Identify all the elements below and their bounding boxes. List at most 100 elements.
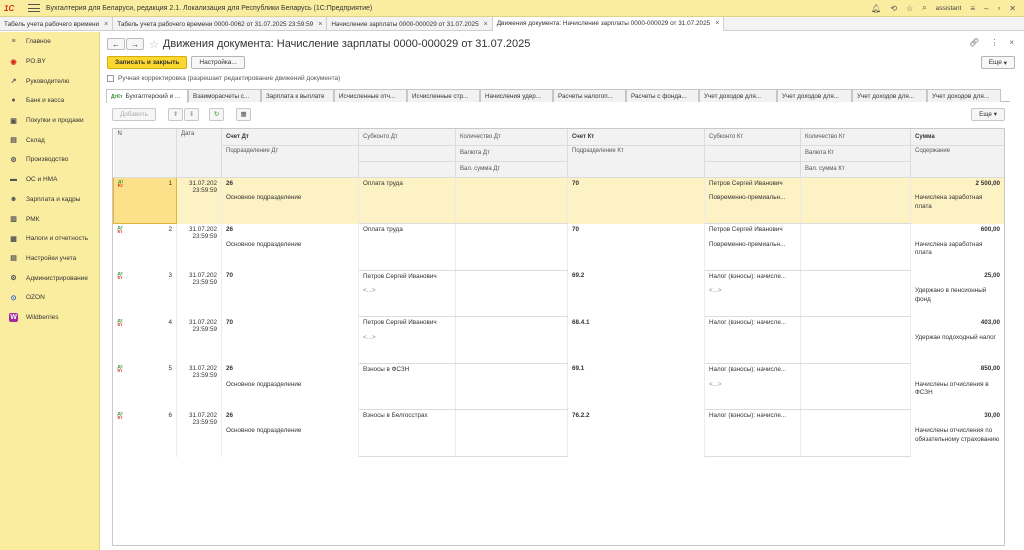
cur-kt-cell[interactable] [800, 192, 911, 208]
row-number-cell[interactable]: Дт Кт 2 [113, 223, 177, 271]
date-cell[interactable]: 31.07.202 23:59:59 [176, 223, 222, 271]
dept-kt-cell[interactable] [567, 192, 705, 224]
sum-cell[interactable]: 403,00 [910, 316, 1004, 333]
sub-kt-cell[interactable]: Петров Сергей Иванович [704, 177, 801, 193]
col-header-sub-dt[interactable]: Субконто Дт [358, 129, 456, 146]
save-and-close-button[interactable]: Записать и закрыть [107, 56, 188, 69]
row-number-cell[interactable]: Дт Кт 4 [113, 316, 177, 364]
maximize-icon[interactable]: ▫ [997, 4, 1000, 13]
acc-dt-cell[interactable]: 26 [221, 177, 359, 193]
cur-kt-cell[interactable] [800, 425, 911, 441]
tab-register[interactable]: Исчисленные стр... [407, 89, 480, 102]
dept-kt-cell[interactable] [567, 332, 705, 364]
sidebar-item-wildberries[interactable]: W Wildberries [0, 308, 99, 328]
user-name[interactable]: assistant [936, 5, 962, 12]
content-cell[interactable]: Начислены отчисления по обязательному ст… [910, 425, 1004, 457]
sub-dt3-cell[interactable] [358, 393, 456, 411]
cur-sum-dt-cell[interactable] [455, 347, 568, 364]
sub-kt-cell[interactable]: Налог (взносы): начисле... [704, 316, 801, 333]
move-down-icon[interactable]: ⬇ [184, 108, 199, 121]
qty-dt-cell[interactable] [455, 363, 568, 379]
sub-dt-cell[interactable]: Петров Сергей Иванович [358, 316, 456, 333]
qty-kt-cell[interactable] [800, 223, 911, 239]
cur-sum-dt-cell[interactable] [455, 393, 568, 411]
acc-kt-cell[interactable]: 69.1 [567, 363, 705, 379]
dept-kt-cell[interactable] [567, 285, 705, 317]
col-header-content[interactable]: Содержание [910, 145, 1004, 178]
sum-cell[interactable]: 600,00 [910, 223, 1004, 239]
col-header-cur-kt[interactable]: Валюта Кт [800, 145, 911, 162]
cur-sum-kt-cell[interactable] [800, 393, 911, 411]
manual-edit-checkbox[interactable]: Ручная корректировка (разрешает редактир… [107, 75, 340, 82]
sub-dt-cell[interactable]: Оплата труда [358, 223, 456, 239]
sub-dt2-cell[interactable] [358, 238, 456, 255]
content-cell[interactable]: Начислены отчисления в ФСЗН [910, 378, 1004, 410]
sum-cell[interactable]: 30,00 [910, 409, 1004, 426]
table-row[interactable]: Дт Кт 5 31.07.202 23:59:59 26 Взносы в ФСЗН… [113, 363, 1004, 410]
acc-kt-cell[interactable]: 76.2.2 [567, 409, 705, 426]
table-row[interactable]: Дт Кт 3 31.07.202 23:59:59 70 Петров Сергей… [113, 270, 1004, 317]
sub-dt3-cell[interactable] [358, 440, 456, 458]
sub-dt-cell[interactable]: Взносы в ФСЗН [358, 363, 456, 379]
open-tab-active[interactable]: Движения документа: Начисление зарплаты … [492, 17, 725, 31]
sub-kt3-cell[interactable] [704, 207, 801, 225]
more-button[interactable]: Еще ▾ [980, 56, 1015, 69]
close-icon[interactable]: × [318, 21, 322, 28]
export-icon[interactable]: ▦ [236, 108, 251, 121]
sub-dt3-cell[interactable] [358, 347, 456, 364]
sub-dt2-cell[interactable] [358, 425, 456, 441]
tab-register[interactable]: Взаиморасчеты с... [188, 89, 261, 102]
close-icon[interactable]: × [104, 21, 108, 28]
sidebar-item-admin[interactable]: ⚙ Администрирование [0, 268, 99, 288]
tab-register[interactable]: Учет доходов для... [699, 89, 777, 102]
cur-kt-cell[interactable] [800, 378, 911, 394]
content-cell[interactable]: Начислена заработная плата [910, 192, 1004, 224]
add-button[interactable]: Добавить [112, 108, 156, 121]
sub-dt3-cell[interactable] [358, 207, 456, 225]
col-header-sum[interactable]: Сумма [910, 129, 1004, 146]
favorite-star-icon[interactable]: ☆ [149, 38, 159, 51]
qty-dt-cell[interactable] [455, 270, 568, 286]
sub-kt-cell[interactable]: Налог (взносы): начисле... [704, 363, 801, 379]
sub-kt2-cell[interactable] [704, 425, 801, 441]
sidebar-item-salary[interactable]: ☻ Зарплата и кадры [0, 190, 99, 210]
acc-kt-cell[interactable]: 70 [567, 177, 705, 193]
checkbox-icon[interactable] [107, 75, 114, 82]
cur-dt-cell[interactable] [455, 192, 568, 208]
sidebar-item-manager[interactable]: ↗ Руководителю [0, 71, 99, 91]
qty-kt-cell[interactable] [800, 316, 911, 333]
sidebar-item-poby[interactable]: ◉ PO.BY [0, 52, 99, 72]
sub-dt2-cell[interactable]: <...> [358, 332, 456, 348]
sidebar-item-assets[interactable]: ▬ ОС и НМА [0, 170, 99, 190]
settings-icon[interactable]: ≡ [970, 4, 975, 13]
cur-sum-kt-cell[interactable] [800, 254, 911, 271]
cur-sum-kt-cell[interactable] [800, 347, 911, 364]
dept-dt-cell[interactable]: Основное подразделение [221, 238, 359, 271]
col-header-date[interactable]: Дата [176, 129, 222, 178]
sum-cell[interactable]: 25,00 [910, 270, 1004, 286]
qty-kt-cell[interactable] [800, 270, 911, 286]
bell-icon[interactable]: 🔔︎ [871, 4, 881, 13]
cur-sum-dt-cell[interactable] [455, 207, 568, 225]
col-header-acc-dt[interactable]: Счет Дт [221, 129, 359, 146]
dept-dt-cell[interactable] [221, 285, 359, 317]
qty-kt-cell[interactable] [800, 177, 911, 193]
sidebar-item-main[interactable]: ≡ Главное [0, 32, 99, 52]
content-cell[interactable]: Удержано в пенсионный фонд [910, 285, 1004, 317]
sub-kt2-cell[interactable]: <...> [704, 378, 801, 394]
sub-kt-cell[interactable]: Налог (взносы): начисле... [704, 409, 801, 426]
sub-dt2-cell[interactable] [358, 192, 456, 208]
date-cell[interactable]: 31.07.202 23:59:59 [176, 316, 222, 364]
close-window-icon[interactable]: ✕ [1009, 4, 1016, 13]
cur-dt-cell[interactable] [455, 378, 568, 394]
dept-dt-cell[interactable]: Основное подразделение [221, 378, 359, 410]
sub-dt3-cell[interactable] [358, 300, 456, 318]
sidebar-item-production[interactable]: ⚙ Производство [0, 150, 99, 170]
qty-dt-cell[interactable] [455, 316, 568, 333]
cur-dt-cell[interactable] [455, 332, 568, 348]
table-row[interactable]: Дт Кт 4 31.07.202 23:59:59 70 Петров Сергей… [113, 316, 1004, 364]
dept-kt-cell[interactable] [567, 378, 705, 410]
dept-dt-cell[interactable] [221, 332, 359, 364]
sub-dt2-cell[interactable]: <...> [358, 285, 456, 301]
cur-sum-kt-cell[interactable] [800, 300, 911, 318]
